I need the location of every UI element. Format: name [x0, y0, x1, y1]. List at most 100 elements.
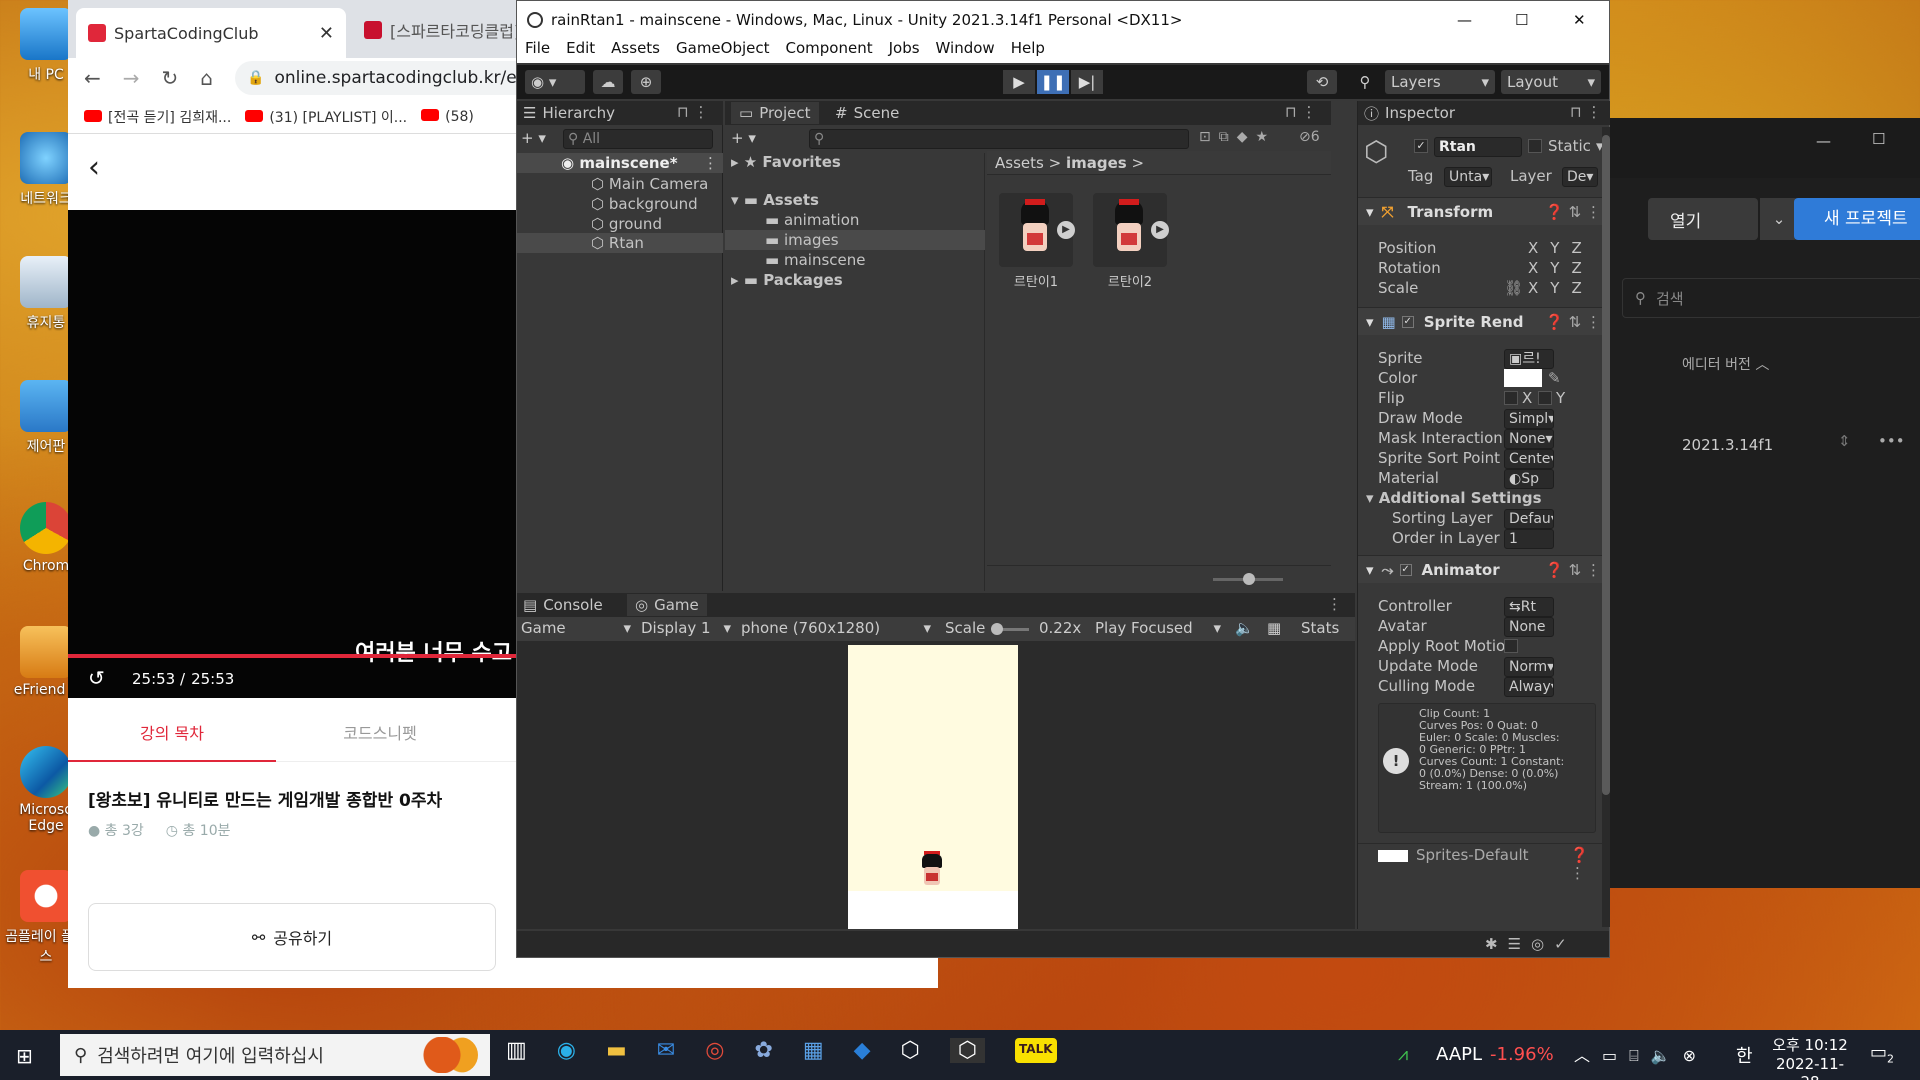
inspector-tab[interactable]: ⓘ Inspector ⊓ ⋮ — [1358, 101, 1610, 125]
hierarchy-search-input[interactable]: ⚲ All — [563, 129, 713, 149]
sprite-sort-point-dropdown[interactable]: Cente▾ — [1504, 449, 1554, 469]
menu-gameobject[interactable]: GameObject — [676, 39, 770, 63]
game-mode-dropdown[interactable]: Game ▾ — [521, 619, 631, 637]
history-icon[interactable]: ⟲ — [1307, 70, 1337, 94]
project-filter-icons[interactable]: ⊡⧉◆★ — [1199, 129, 1276, 145]
folder-animation[interactable]: ▬ animation — [765, 211, 859, 229]
breadcrumb-images[interactable]: images — [1066, 154, 1127, 172]
unity-hub-icon[interactable]: ⬡ — [901, 1038, 920, 1063]
tab-console[interactable]: ▤ Console — [523, 594, 603, 616]
mask-interaction-dropdown[interactable]: None▾ — [1504, 429, 1554, 449]
bookmark-item[interactable]: (58) — [421, 108, 474, 125]
component-tools-icon[interactable]: ❓ ⇅ ⋮ — [1545, 561, 1601, 579]
tab-spartacodingclub[interactable]: SpartaCodingClub ✕ — [76, 8, 346, 58]
gizmos-grid-icon[interactable]: ▦ — [1267, 619, 1281, 637]
task-view-icon[interactable]: ▥ — [506, 1038, 527, 1063]
flip-x-checkbox[interactable] — [1504, 391, 1518, 405]
bookmark-item[interactable]: [전곡 듣기] 김희재... — [84, 107, 231, 127]
step-button[interactable]: ▶| — [1071, 70, 1103, 94]
animator-header[interactable]: ▾ ⤳ ✓ Animator ❓ ⇅ ⋮ — [1358, 555, 1609, 583]
edge-icon[interactable]: ◉ — [557, 1038, 576, 1063]
open-button[interactable]: 열기 — [1648, 198, 1758, 240]
replay-icon[interactable]: ↺ — [88, 666, 105, 690]
stock-name[interactable]: AAPL — [1436, 1044, 1482, 1065]
menu-window[interactable]: Window — [936, 39, 995, 63]
tab-code-snippet[interactable]: 코드스니펫 — [276, 706, 484, 762]
hierarchy-tab[interactable]: ☰ Hierarchy ⊓ ⋮ — [517, 101, 723, 125]
flip-y-checkbox[interactable] — [1538, 391, 1552, 405]
home-icon[interactable]: ⌂ — [200, 66, 213, 90]
bookmark-item[interactable]: (31) [PLAYLIST] 이... — [245, 107, 407, 127]
maximize-icon[interactable]: ☐ — [1872, 130, 1885, 148]
taskbar-search-input[interactable]: ⚲ 검색하려면 여기에 입력하십시 — [60, 1034, 490, 1076]
menu-edit[interactable]: Edit — [566, 39, 595, 63]
create-dropdown[interactable]: + ▾ — [731, 129, 756, 147]
account-dropdown[interactable]: ◉ ▾ — [525, 70, 585, 94]
menu-file[interactable]: File — [525, 39, 550, 63]
eyedropper-icon[interactable]: ✎ — [1548, 369, 1561, 387]
collab-icon[interactable]: ⊕ — [631, 70, 661, 94]
asset-rtan1[interactable]: ▶ 르탄이1 — [999, 193, 1079, 293]
slider-handle[interactable] — [1243, 573, 1255, 585]
cloud-icon[interactable]: ☁ — [593, 70, 623, 94]
reload-icon[interactable]: ↻ — [162, 66, 179, 90]
active-checkbox[interactable]: ✓ — [1414, 139, 1428, 153]
version-select-icon[interactable]: ⇕ — [1838, 432, 1851, 450]
layout-dropdown[interactable]: Layout ▾ — [1501, 70, 1601, 94]
color-swatch[interactable] — [1504, 369, 1542, 387]
play-focused-dropdown[interactable]: Play Focused ▾ — [1095, 619, 1221, 637]
lock-icon[interactable]: ⊓ ⋮ — [677, 103, 708, 121]
scene-row[interactable]: ◉ mainscene* ⋮ — [517, 153, 723, 173]
tray-icons[interactable]: ︿▭⌸🔈⊗ — [1574, 1042, 1708, 1066]
controller-field[interactable]: ⇆Rt — [1504, 597, 1554, 617]
project-search-input[interactable]: ⚲ — [809, 129, 1189, 149]
minimize-icon[interactable]: — — [1457, 11, 1472, 29]
mute-audio-icon[interactable]: 🔈 — [1235, 619, 1254, 637]
status-icons[interactable]: ✱☰◎✓ — [1485, 935, 1577, 953]
ime-indicator[interactable]: 한 — [1736, 1042, 1753, 1068]
tab-course-outline[interactable]: 강의 목차 — [68, 706, 276, 762]
tab-project[interactable]: ▭ Project — [731, 102, 819, 124]
minimize-icon[interactable]: — — [1816, 132, 1831, 150]
static-checkbox[interactable] — [1528, 139, 1542, 153]
breadcrumb-assets[interactable]: Assets — [995, 154, 1044, 172]
lock-icon[interactable]: ⊓ ⋮ — [1285, 103, 1316, 121]
scale-fields[interactable]: XYZ — [1528, 279, 1594, 297]
sprite-renderer-header[interactable]: ▾ ▦ ✓ Sprite Rend ❓ ⇅ ⋮ — [1358, 307, 1609, 335]
favorites-item[interactable]: ▸ ★ Favorites — [731, 153, 841, 171]
forward-arrow-icon[interactable]: → — [123, 66, 140, 90]
assets-folder[interactable]: ▾ ▬ Assets — [731, 191, 819, 209]
rotation-fields[interactable]: XYZ — [1528, 259, 1594, 277]
tag-dropdown[interactable]: Unta▾ — [1444, 167, 1492, 187]
link-icon[interactable]: ⛓ — [1504, 279, 1523, 297]
order-in-layer-input[interactable]: 1 — [1504, 529, 1554, 549]
layers-dropdown[interactable]: Layers ▾ — [1385, 70, 1495, 94]
packages-folder[interactable]: ▸ ▬ Packages — [731, 271, 843, 289]
chrome-icon[interactable]: ◎ — [705, 1038, 724, 1063]
hierarchy-item-rtan[interactable]: ⬡ Rtan — [517, 233, 723, 253]
share-button[interactable]: ⚯ 공유하기 — [88, 903, 496, 971]
draw-mode-dropdown[interactable]: Simpl▾ — [1504, 409, 1554, 429]
layer-dropdown[interactable]: De▾ — [1562, 167, 1598, 187]
folder-mainscene[interactable]: ▬ mainscene — [765, 251, 865, 269]
pause-button[interactable]: ❚❚ — [1037, 70, 1069, 94]
back-arrow-icon[interactable]: ← — [84, 66, 101, 90]
hierarchy-item-ground[interactable]: ⬡ ground — [591, 215, 662, 233]
display-dropdown[interactable]: Display 1 ▾ — [641, 619, 731, 637]
unity-editor-icon[interactable]: ⬡ — [949, 1038, 986, 1063]
mail-icon[interactable]: ✉ — [657, 1038, 675, 1063]
stats-button[interactable]: Stats — [1301, 619, 1339, 637]
position-fields[interactable]: XYZ — [1528, 239, 1594, 257]
scale-slider-handle[interactable] — [991, 623, 1003, 635]
folder-images[interactable]: ▬ images — [725, 230, 985, 250]
object-name-input[interactable]: Rtan — [1434, 137, 1522, 157]
play-circle-icon[interactable]: ▶ — [1057, 221, 1075, 239]
additional-settings-foldout[interactable]: ▾ Additional Settings — [1366, 489, 1542, 507]
hidden-count[interactable]: ⊘6 — [1299, 129, 1320, 145]
tab-scene[interactable]: # Scene — [835, 102, 899, 124]
new-project-button[interactable]: 새 프로젝트 — [1794, 198, 1920, 240]
back-chevron-icon[interactable]: ‹ — [88, 150, 100, 185]
play-button[interactable]: ▶ — [1003, 70, 1035, 94]
chevron-down-icon[interactable]: ⌄ — [1760, 198, 1798, 240]
update-mode-dropdown[interactable]: Norm▾ — [1504, 657, 1554, 677]
